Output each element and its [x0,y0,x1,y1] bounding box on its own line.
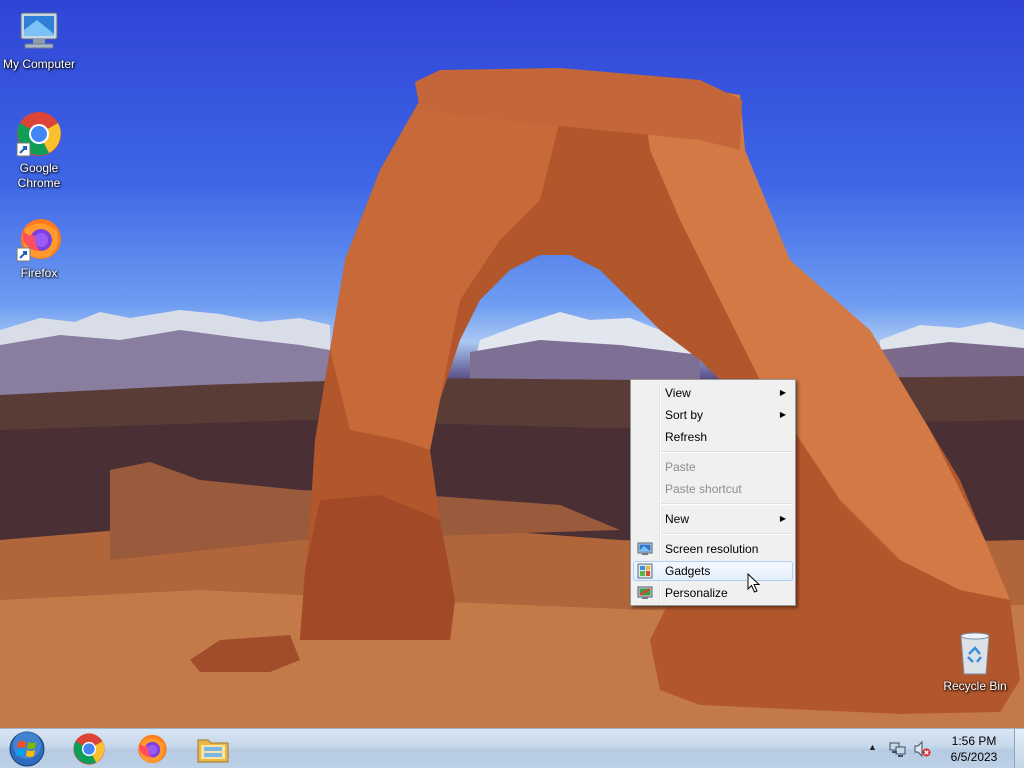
desktop-icon-google-chrome[interactable]: Google Chrome [0,110,79,191]
submenu-arrow-icon: ▶ [779,514,786,523]
menu-item-new[interactable]: New ▶ [633,509,793,529]
menu-item-refresh[interactable]: Refresh [633,427,793,447]
clock-time: 1:56 PM [951,734,997,748]
volume-muted-icon[interactable] [913,740,931,758]
desktop-context-menu: View ▶ Sort by ▶ Refresh Paste Paste sho… [630,379,796,606]
taskbar-file-explorer-button[interactable] [190,729,236,768]
computer-icon [20,12,58,49]
monitor-icon [637,542,653,555]
show-hidden-icons-button[interactable]: ▲ [868,742,877,752]
menu-item-view[interactable]: View ▶ [633,383,793,403]
menu-separator [661,503,792,505]
file-explorer-icon [197,739,229,763]
personalize-icon [637,586,653,599]
chrome-icon [16,112,61,157]
desktop-icon-my-computer[interactable]: My Computer [0,10,79,72]
desktop-icon-label: My Computer [2,57,76,71]
desktop-icon-firefox[interactable]: Firefox [0,215,79,281]
submenu-arrow-icon: ▶ [779,410,786,419]
submenu-arrow-icon: ▶ [779,388,786,397]
mouse-cursor-icon [747,573,761,593]
menu-separator [661,533,792,535]
desktop-icon-label: Google Chrome [17,161,61,190]
windows-start-orb-icon [9,731,45,767]
menu-item-paste: Paste [665,460,696,474]
menu-item-screen-resolution[interactable]: Screen resolution [633,539,793,559]
network-icon[interactable] [889,740,907,758]
taskbar-firefox-button[interactable] [128,729,174,768]
menu-item-gadgets[interactable]: Gadgets [633,561,793,581]
menu-separator [661,451,792,453]
start-button[interactable] [4,729,50,768]
desktop[interactable]: My Computer Google Chrome Firefox Recycl… [0,0,1024,728]
taskbar: ▲ 1:56 PM 6/5/2023 [0,728,1024,768]
show-desktop-button[interactable] [1014,729,1024,768]
firefox-icon [138,734,167,764]
menu-item-sort-by[interactable]: Sort by ▶ [633,405,793,425]
firefox-icon [16,219,61,262]
system-clock[interactable]: 1:56 PM 6/5/2023 [936,733,1012,765]
clock-date: 6/5/2023 [950,750,998,764]
desktop-icon-recycle-bin[interactable]: Recycle Bin [935,630,1015,694]
taskbar-chrome-button[interactable] [66,729,112,768]
gadgets-icon [637,563,653,579]
chrome-icon [73,733,105,765]
desktop-icon-label: Firefox [20,266,58,280]
desktop-icon-label: Recycle Bin [943,679,1007,693]
menu-item-personalize[interactable]: Personalize [633,583,793,603]
menu-item-paste-shortcut: Paste shortcut [665,482,742,496]
recycle-bin-icon [960,632,990,675]
wallpaper-arch-landscape [0,68,1024,728]
